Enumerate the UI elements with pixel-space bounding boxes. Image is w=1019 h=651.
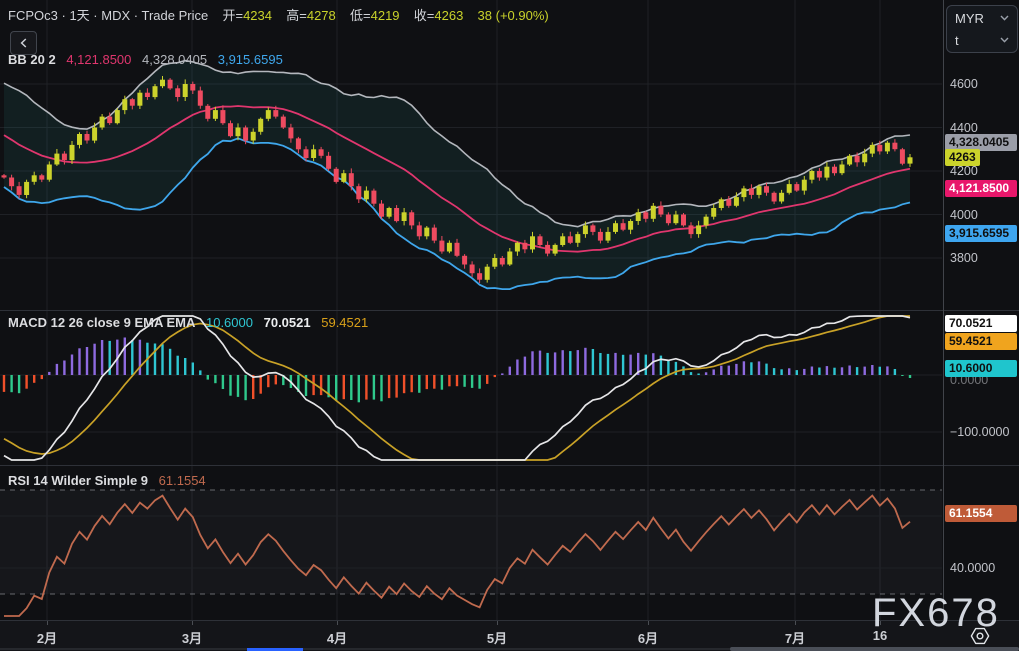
trading-chart-app: FCPOc3 · 1天 · MDX · Trade Price 开=4234 高… <box>0 0 1019 651</box>
bb-title: BB 20 2 <box>8 52 56 67</box>
axis-tick-label: 4600 <box>950 76 978 92</box>
symbol-name[interactable]: FCPOc3 <box>8 8 58 23</box>
axis-tick-label: 40.0000 <box>950 560 995 576</box>
time-tick <box>648 621 649 625</box>
macd-legend[interactable]: MACD 12 26 close 9 EMA EMA 10.6000 70.05… <box>8 315 375 330</box>
axis-settings-panel: MYR t <box>946 5 1018 53</box>
hexagon-target-icon[interactable] <box>969 625 991 647</box>
rsi-value: 61.1554 <box>159 473 206 488</box>
rsi-title: RSI 14 Wilder Simple 9 <box>8 473 148 488</box>
exchange-label: MDX <box>101 8 130 23</box>
time-label: 3月 <box>182 628 202 647</box>
macd-hist-tag: 10.6000 <box>945 360 1017 377</box>
macd-plot <box>3 316 911 460</box>
open-value: 4234 <box>243 8 272 23</box>
high-value: 4278 <box>307 8 336 23</box>
panel-separator[interactable] <box>0 465 1019 466</box>
last-price-tag: 4263 <box>945 149 980 166</box>
rsi-value-tag: 61.1554 <box>945 505 1017 522</box>
time-label: 2月 <box>37 628 57 647</box>
bb-lower-value: 3,915.6595 <box>218 52 283 67</box>
time-tick <box>795 621 796 625</box>
panel-separator[interactable] <box>0 310 1019 311</box>
close-value: 4263 <box>434 8 463 23</box>
price-axis[interactable]: 460044004200400038000.0000−100.000040.00… <box>943 0 1019 620</box>
change-value: 38 (+0.90%) <box>478 8 549 23</box>
bb-lower-tag: 3,915.6595 <box>945 225 1017 242</box>
time-tick <box>47 621 48 625</box>
interval-label[interactable]: 1天 <box>69 8 89 23</box>
price-source-label: Trade Price <box>142 8 209 23</box>
macd-title: MACD 12 26 close 9 EMA EMA <box>8 315 195 330</box>
close-label: 收= <box>414 8 435 23</box>
scrollbar-thumb[interactable] <box>730 647 1019 651</box>
header-separator: · <box>134 8 138 23</box>
open-label: 开= <box>222 8 243 23</box>
low-label: 低= <box>350 8 371 23</box>
bb-upper-tag: 4,328.0405 <box>945 134 1017 151</box>
unit-select[interactable]: t <box>947 30 1017 50</box>
currency-select[interactable]: MYR <box>947 8 1017 28</box>
macd-signal-value: 59.4521 <box>321 315 368 330</box>
high-label: 高= <box>286 8 307 23</box>
time-label: 4月 <box>327 628 347 647</box>
low-value: 4219 <box>371 8 400 23</box>
symbol-header: FCPOc3 · 1天 · MDX · Trade Price 开=4234 高… <box>8 5 549 24</box>
bb-upper-value: 4,328.0405 <box>142 52 207 67</box>
time-label: 5月 <box>487 628 507 647</box>
time-tick <box>497 621 498 625</box>
axis-tick-label: 3800 <box>950 250 978 266</box>
bb-basis-value: 4,121.8500 <box>66 52 131 67</box>
bb-legend[interactable]: BB 20 2 4,121.8500 4,328.0405 3,915.6595 <box>8 52 290 67</box>
axis-tick-label: −100.0000 <box>950 424 1009 440</box>
time-tick <box>337 621 338 625</box>
currency-value: MYR <box>955 11 984 26</box>
chevron-down-icon <box>1000 15 1009 21</box>
macd-signal-tag: 59.4521 <box>945 333 1017 350</box>
time-label: 7月 <box>785 628 805 647</box>
chevron-down-icon <box>1000 37 1009 43</box>
time-label: 6月 <box>638 628 658 647</box>
rsi-legend[interactable]: RSI 14 Wilder Simple 9 61.1554 <box>8 473 213 488</box>
macd-line-tag: 70.0521 <box>945 315 1017 332</box>
macd-hist-value: 10.6000 <box>206 315 253 330</box>
axis-tick-label: 4000 <box>950 207 978 223</box>
chevron-left-icon <box>20 38 27 48</box>
header-separator: · <box>93 8 97 23</box>
unit-value: t <box>955 33 959 48</box>
time-tick <box>192 621 193 625</box>
macd-line-value: 70.0521 <box>264 315 311 330</box>
bb-basis-tag: 4,121.8500 <box>945 180 1017 197</box>
header-separator: · <box>61 8 65 23</box>
